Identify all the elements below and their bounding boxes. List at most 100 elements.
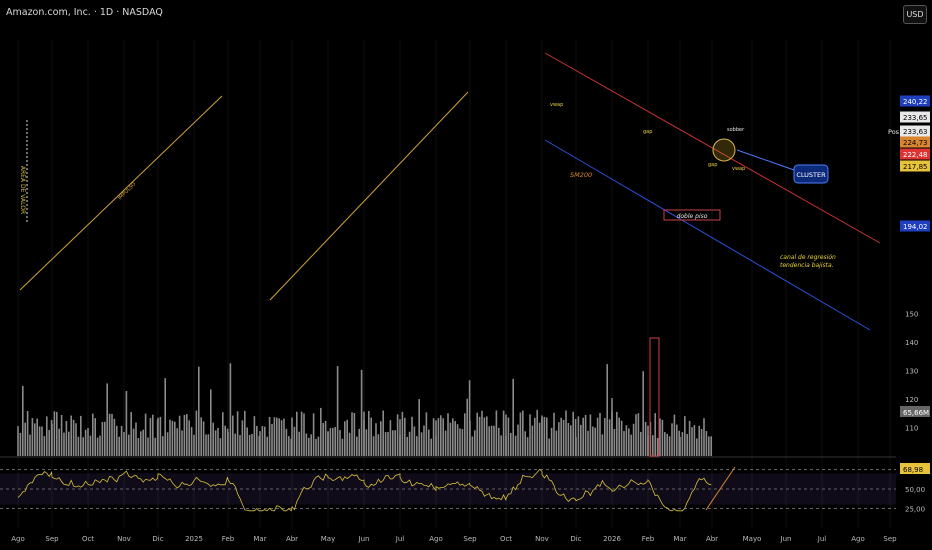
x-tick-23: Jul <box>817 535 827 543</box>
impulso-label: IMPULSO <box>117 181 137 201</box>
volume-bar-111 <box>276 417 278 456</box>
volume-bar-297 <box>696 438 698 456</box>
volume-bar-137 <box>334 427 336 456</box>
volume-bar-83 <box>212 422 214 456</box>
x-tick-17: 2026 <box>603 535 621 543</box>
volume-bar-124 <box>305 433 308 456</box>
x-tick-11: Jul <box>395 535 405 543</box>
volume-bar-247 <box>582 417 584 456</box>
volume-bar-72 <box>186 414 188 456</box>
volume-bar-169 <box>406 436 408 456</box>
volume-bar-200 <box>476 412 478 456</box>
volume-bar-254 <box>599 412 601 456</box>
volume-bar-236 <box>558 422 560 456</box>
volume-bar-6 <box>31 418 34 456</box>
x-tick-21: Mayo <box>743 535 762 543</box>
volume-bar-157 <box>380 421 382 456</box>
volume-bar-90 <box>227 432 229 456</box>
x-tick-9: May <box>321 535 335 543</box>
volume-bar-147 <box>358 428 360 456</box>
volume-bar-68 <box>176 428 178 456</box>
volume-bar-56 <box>149 418 152 456</box>
volume-bar-192 <box>459 428 461 456</box>
pos-label: Pos <box>888 128 900 136</box>
volume-bar-84 <box>214 430 217 456</box>
volume-bar-33 <box>94 418 96 456</box>
volume-bar-264 <box>620 420 623 456</box>
volume-bar-51 <box>137 438 140 456</box>
volume-bar-164 <box>396 414 399 456</box>
level-lines <box>19 52 881 331</box>
annotations: VAHVPOCVALPosCLUSTERAREA DE VALORSM200IM… <box>19 102 900 269</box>
volume-bar-197 <box>469 420 471 456</box>
volume-bar-301 <box>705 431 708 456</box>
volume-bar-167 <box>401 411 404 456</box>
volume-bar-122 <box>300 411 303 456</box>
volume-bar-106 <box>264 426 266 456</box>
volume-bar-46 <box>125 391 128 456</box>
volume-bar-260 <box>611 398 613 456</box>
cluster-label: CLUSTER <box>796 171 826 179</box>
volume-bar-73 <box>188 420 190 456</box>
volume-bar-110 <box>273 417 276 456</box>
volume-bar-180 <box>432 418 435 456</box>
volume-bar-222 <box>526 437 529 456</box>
volume-bar-113 <box>280 420 283 456</box>
volume-bar-82 <box>210 389 212 456</box>
volume-bar-262 <box>616 411 618 456</box>
volume-bar-18 <box>58 428 60 456</box>
x-tick-12: Ago <box>429 535 443 543</box>
volume-bar-32 <box>92 413 94 456</box>
volume-bar-282 <box>661 419 664 456</box>
volume-bar-209 <box>498 427 500 456</box>
volume-bar-25 <box>75 423 77 456</box>
volume-bar-226 <box>536 409 538 456</box>
volume-bar-215 <box>510 432 512 456</box>
volume-bar-79 <box>202 421 205 456</box>
x-tick-14: Oct <box>500 535 512 543</box>
volume-bar-47 <box>128 434 130 456</box>
volume-bar-142 <box>346 419 348 456</box>
rsi-tick-1: 50,00 <box>905 486 925 494</box>
volume-bar-203 <box>483 417 486 456</box>
volume-bar-168 <box>404 417 406 456</box>
volume-bar-29 <box>84 429 87 456</box>
volume-bar-202 <box>481 410 483 456</box>
volume-bar-191 <box>456 424 459 456</box>
volume-bar-80 <box>205 434 207 456</box>
volume-bar-240 <box>567 422 570 456</box>
doble-piso-label: doble piso <box>677 213 708 220</box>
volume-bar-43 <box>118 436 120 456</box>
volume-bar-52 <box>140 431 142 456</box>
volume-bar-238 <box>562 419 565 456</box>
volume-bar-195 <box>466 398 468 456</box>
sma200-label: SM200 <box>570 171 592 179</box>
volume-bar-2 <box>22 385 24 456</box>
volume-bar-91 <box>229 363 232 456</box>
volume-bar-118 <box>291 417 293 456</box>
volume-bar-194 <box>464 413 466 456</box>
volume-bar-257 <box>606 364 608 456</box>
volume-bar-45 <box>123 431 125 456</box>
volume-bar-85 <box>217 427 219 456</box>
volume-bar-77 <box>198 366 200 456</box>
volume-bar-288 <box>676 424 678 456</box>
volume-bar-298 <box>698 425 700 456</box>
volume-bar-40 <box>111 413 113 456</box>
volume-bar-134 <box>327 431 329 456</box>
volume-bar-239 <box>565 410 567 456</box>
volume-bar-26 <box>77 436 80 456</box>
volume-bar-11 <box>43 436 46 456</box>
volume-bar-86 <box>219 438 222 456</box>
impulse-line-2 <box>269 91 469 301</box>
volume-bar-231 <box>546 417 548 456</box>
volume-bar-285 <box>668 436 671 456</box>
x-tick-16: Dic <box>570 535 581 543</box>
volume-bar-23 <box>70 415 72 456</box>
volume-bar-132 <box>324 420 327 456</box>
volume-bar-287 <box>673 414 676 456</box>
chart-canvas[interactable]: ZONA DE OFERTAZONA DE DEMANA VAHVPOCVALP… <box>0 0 932 550</box>
volume-bar-216 <box>512 378 514 456</box>
volume-bar-174 <box>418 399 420 456</box>
volume-bar-205 <box>488 426 490 456</box>
